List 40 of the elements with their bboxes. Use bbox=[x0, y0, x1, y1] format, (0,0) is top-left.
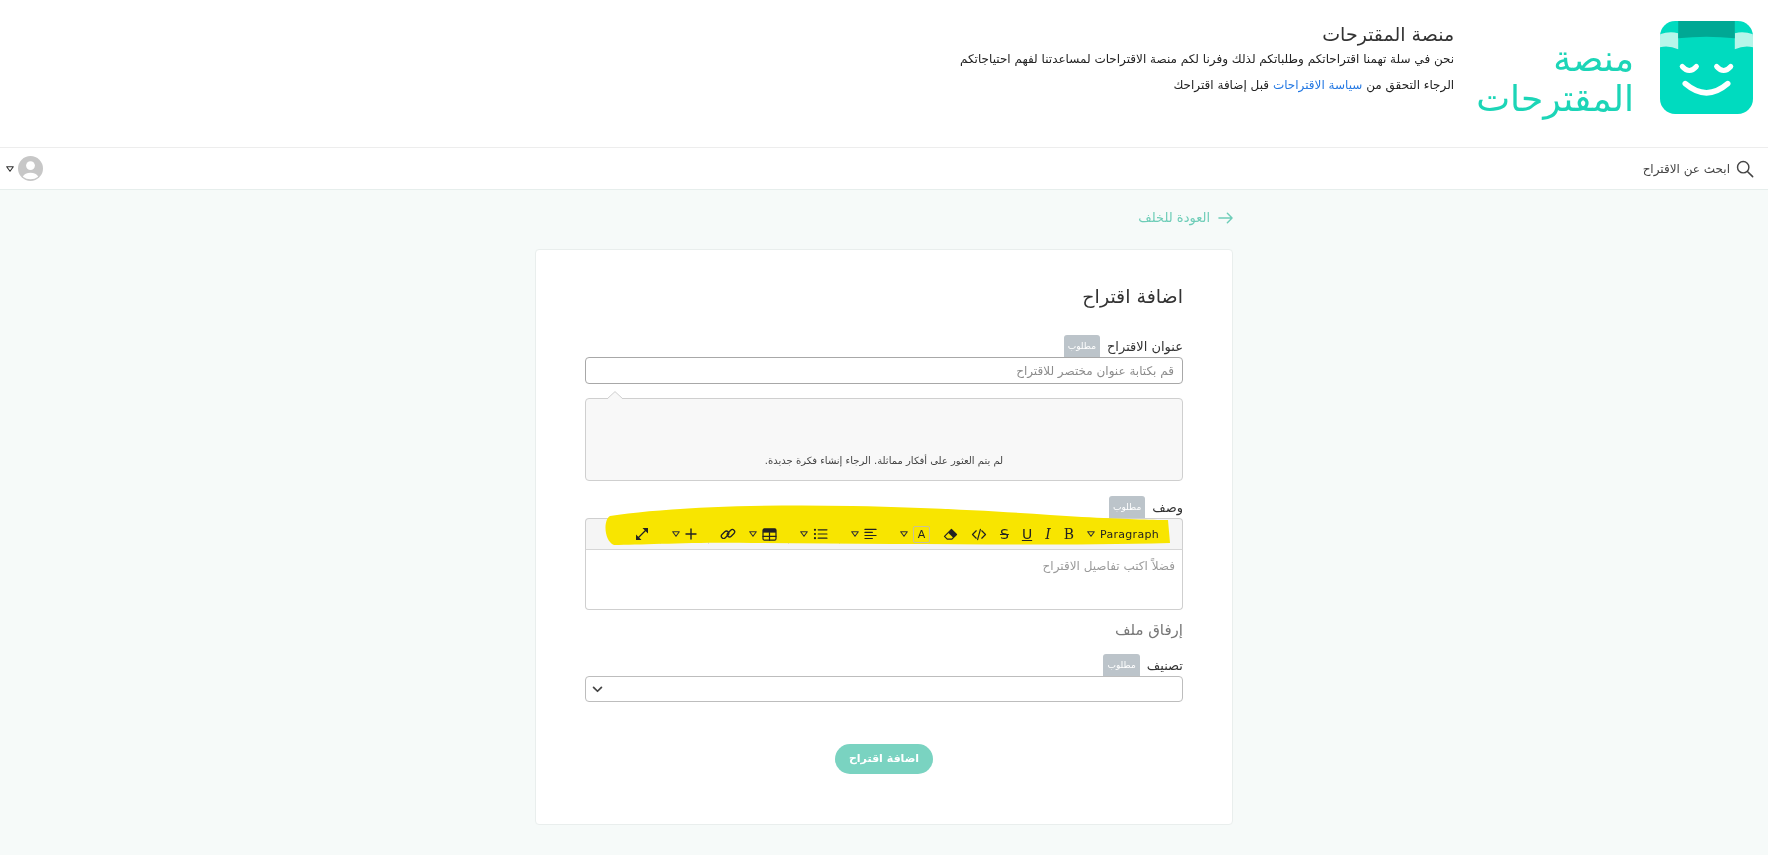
search-icon bbox=[1736, 159, 1754, 178]
caret-icon bbox=[900, 531, 908, 538]
expand-icon bbox=[635, 527, 649, 542]
field-label: عنوان الاقتراح bbox=[1106, 338, 1183, 357]
bold-button[interactable]: B bbox=[1061, 523, 1076, 546]
arrow-right-icon bbox=[1218, 211, 1233, 224]
eraser-icon bbox=[943, 527, 958, 541]
underline-button[interactable]: U bbox=[1019, 523, 1035, 546]
chevron-down-icon bbox=[592, 685, 603, 693]
required-badge: مطلوب bbox=[1108, 496, 1146, 519]
table-icon bbox=[762, 527, 777, 541]
policy-link[interactable]: سياسة الاقتراحات bbox=[1272, 78, 1363, 92]
form-title: اضافة اقتراح bbox=[1081, 284, 1183, 310]
logo-wordmark: منصة المقترحات bbox=[1476, 39, 1634, 119]
caret-icon bbox=[672, 531, 680, 538]
caret-icon[interactable] bbox=[6, 165, 14, 172]
paragraph-format-dropdown[interactable]: Paragraph bbox=[1084, 523, 1161, 546]
notice-text: الرجاء التحقق من سياسة الاقتراحات قبل إضافة اقتراحك bbox=[1172, 77, 1455, 95]
caret-icon bbox=[749, 531, 757, 538]
caret-icon bbox=[1086, 531, 1095, 538]
plus-icon bbox=[685, 528, 697, 541]
required-badge: مطلوب bbox=[1063, 335, 1100, 358]
site-title: منصة المقترحات bbox=[1321, 22, 1455, 47]
code-icon bbox=[971, 527, 987, 541]
description-field[interactable]: فضلاً اكتب تفاصيل الاقتراح bbox=[585, 550, 1183, 611]
logo-icon bbox=[1660, 21, 1753, 114]
search-button[interactable]: ابحث عن الاقتراح bbox=[1642, 159, 1754, 178]
caret-icon bbox=[800, 531, 808, 538]
italic-button[interactable]: I bbox=[1043, 523, 1053, 546]
align-left-icon bbox=[864, 528, 877, 541]
bullet-list-icon bbox=[813, 528, 828, 541]
title-field[interactable]: قم بكتابة عنوان مختصر للاقتراح bbox=[585, 357, 1183, 385]
field-label: تصنيف bbox=[1146, 657, 1183, 676]
field-label: وصف bbox=[1152, 499, 1183, 518]
no-matches-text: لم يتم العثور على أفكار مماثلة. الرجاء إنشاء فكرة جديدة. bbox=[764, 455, 1004, 467]
attach-file-link[interactable]: إرفاق ملف bbox=[1114, 619, 1183, 642]
required-badge: مطلوب bbox=[1103, 654, 1140, 677]
intro-text: نحن في سلة تهمنا اقتراحاتكم وطلباتكم لذلك وفرنا لكم منصة الاقتراحات لمساعدتنا لفهم احتياجاتكم bbox=[960, 51, 1455, 69]
caret-icon bbox=[851, 531, 859, 538]
strikethrough-button[interactable]: S bbox=[998, 523, 1011, 546]
